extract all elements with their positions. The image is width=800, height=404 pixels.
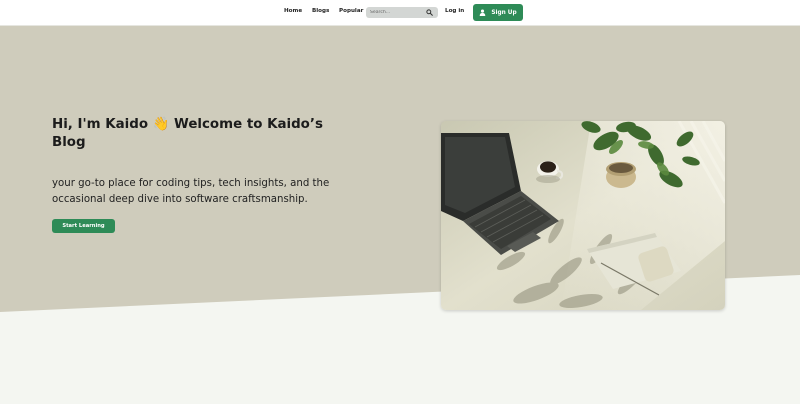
hero-image <box>441 121 725 310</box>
nav-link-home[interactable]: Home <box>284 8 302 14</box>
search-input[interactable] <box>370 8 424 17</box>
search-icon[interactable] <box>426 9 433 16</box>
user-icon <box>480 9 486 16</box>
navbar: Home Blogs Popular Log in Sign Up <box>0 0 800 26</box>
start-learning-button[interactable]: Start Learning <box>52 219 115 233</box>
login-link[interactable]: Log in <box>445 8 464 14</box>
search-box <box>366 7 438 18</box>
nav-link-popular[interactable]: Popular <box>339 8 363 14</box>
signup-button[interactable]: Sign Up <box>473 4 523 21</box>
nav-link-blogs[interactable]: Blogs <box>312 8 329 14</box>
signup-label: Sign Up <box>491 9 517 16</box>
hero-subtitle: your go-to place for coding tips, tech i… <box>52 178 330 205</box>
hero-title: Hi, I'm Kaido 👋 Welcome to Kaido’s Blog <box>52 117 323 150</box>
